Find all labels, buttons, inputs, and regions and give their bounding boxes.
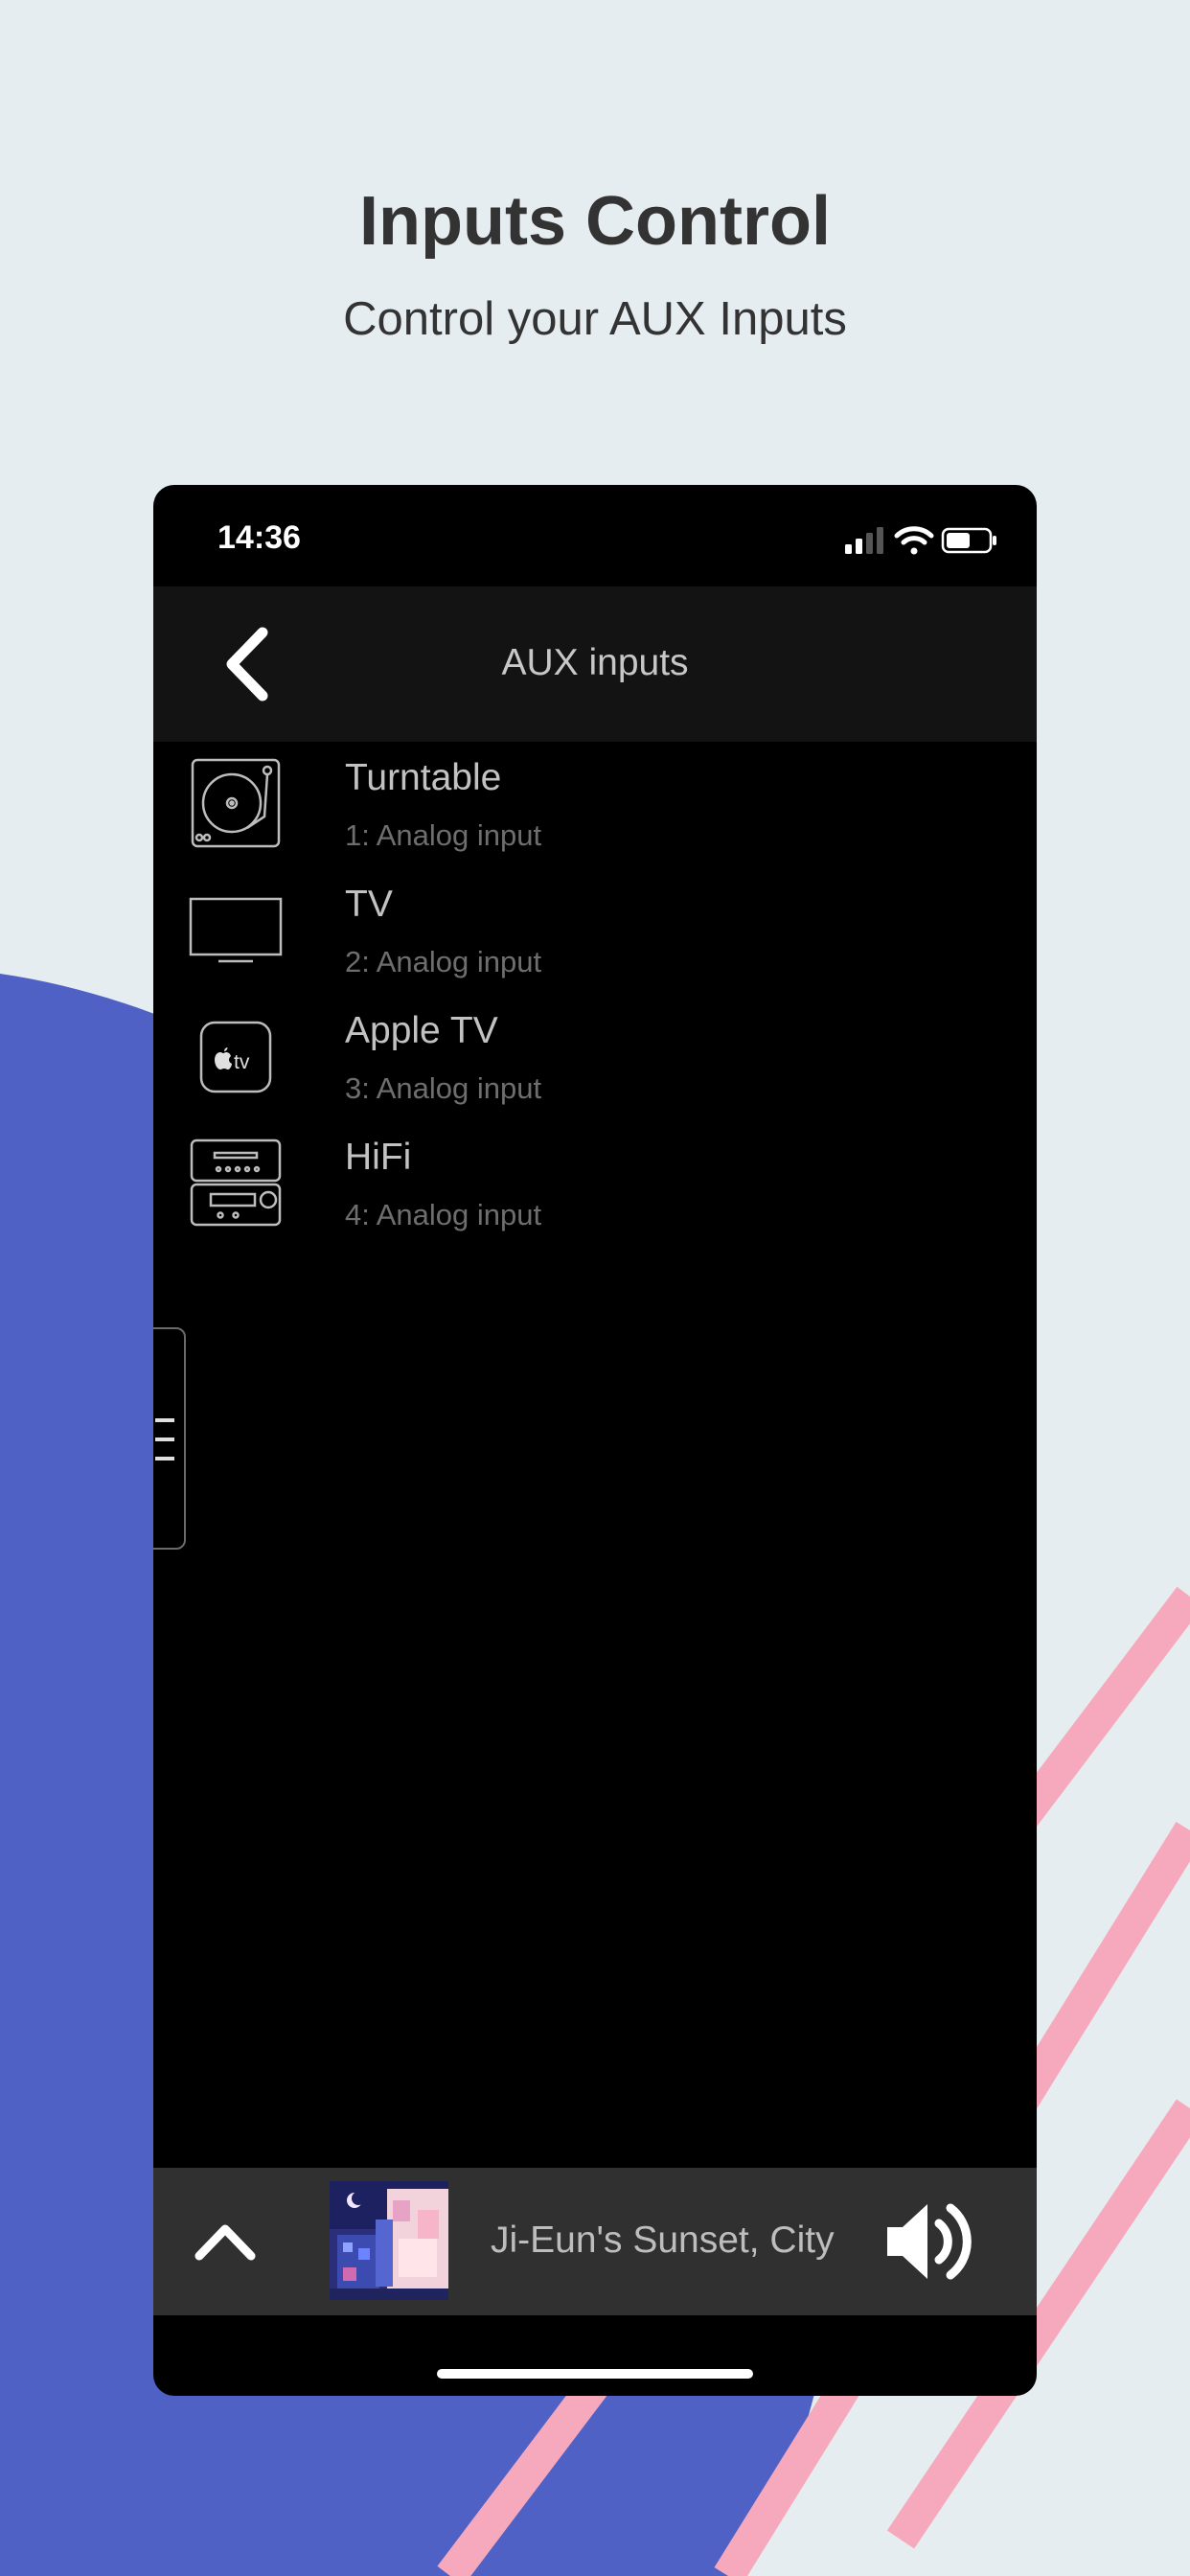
home-indicator[interactable] <box>437 2369 753 2379</box>
aux-input-list: Turntable 1: Analog input TV 2: Analog i… <box>153 742 1037 1248</box>
input-description: 2: Analog input <box>345 945 542 978</box>
speaker-volume-icon <box>887 2203 972 2280</box>
chevron-up-icon <box>195 2224 256 2261</box>
input-description: 3: Analog input <box>345 1071 542 1105</box>
battery-icon <box>941 527 996 554</box>
input-name: HiFi <box>345 1137 412 1178</box>
input-item-hifi[interactable]: HiFi 4: Analog input <box>153 1121 1037 1248</box>
album-art-image <box>330 2181 448 2300</box>
input-item-apple-tv[interactable]: tv Apple TV 3: Analog input <box>153 995 1037 1121</box>
now-playing-bar[interactable]: Ji-Eun's Sunset, City <box>153 2168 1037 2315</box>
menu-icon <box>155 1418 174 1460</box>
tv-icon <box>189 897 283 963</box>
input-description: 1: Analog input <box>345 818 542 852</box>
turntable-icon <box>191 758 281 848</box>
album-art[interactable] <box>330 2181 448 2300</box>
status-time: 14:36 <box>217 519 301 556</box>
wifi-icon <box>894 526 934 555</box>
expand-player-button[interactable] <box>192 2210 259 2273</box>
apple-logo-icon <box>215 1047 232 1070</box>
nav-title: AUX inputs <box>501 642 689 683</box>
phone-screen: 14:36 AUX inputs Turntable 1: Analog inp… <box>153 485 1037 2396</box>
input-item-tv[interactable]: TV 2: Analog input <box>153 868 1037 995</box>
track-title: Ji-Eun's Sunset, City <box>491 2220 835 2261</box>
input-name: Apple TV <box>345 1010 498 1051</box>
input-description: 4: Analog input <box>345 1198 542 1231</box>
status-bar: 14:36 <box>153 485 1037 586</box>
input-name: Turntable <box>345 757 502 798</box>
side-menu-handle[interactable] <box>153 1327 186 1550</box>
marketing-headline: Inputs Control <box>359 183 831 260</box>
cellular-signal-icon <box>845 527 883 554</box>
volume-button[interactable] <box>881 2198 977 2285</box>
input-item-turntable[interactable]: Turntable 1: Analog input <box>153 742 1037 868</box>
apple-tv-icon: tv <box>199 1021 272 1093</box>
status-icons <box>845 526 996 555</box>
marketing-subheadline: Control your AUX Inputs <box>343 293 847 345</box>
hifi-icon <box>190 1138 282 1227</box>
input-name: TV <box>345 884 393 925</box>
navigation-bar: AUX inputs <box>153 586 1037 742</box>
svg-text:tv: tv <box>234 1051 250 1073</box>
